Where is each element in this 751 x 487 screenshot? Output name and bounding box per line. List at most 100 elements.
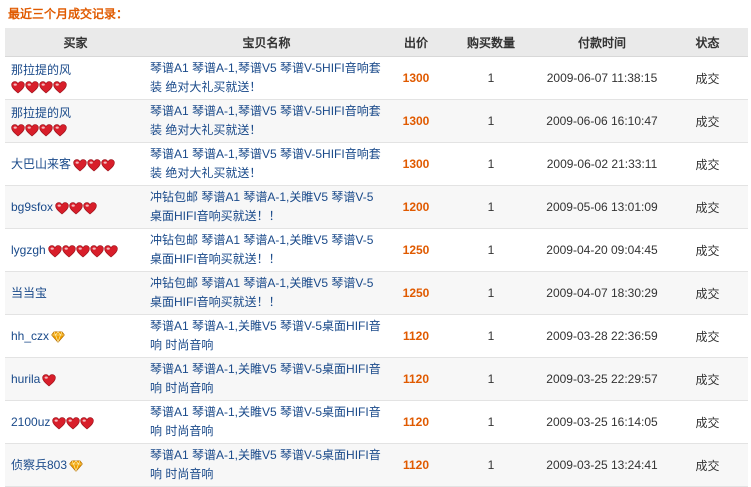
- payment-time-cell: 2009-05-06 13:01:09: [537, 185, 667, 229]
- price-cell: 1200: [387, 185, 445, 229]
- payment-time-cell: 2009-03-25 22:29:57: [537, 357, 667, 401]
- buyer-credit-badge: [69, 457, 83, 473]
- heart-icon: [89, 245, 104, 258]
- buyer-name-link[interactable]: 当当宝: [11, 286, 47, 300]
- heart-icon: [80, 417, 95, 430]
- buyer-cell: hh_czx: [5, 314, 146, 358]
- buyer-name-link[interactable]: hurila: [11, 372, 40, 386]
- heart-icon: [52, 417, 67, 430]
- buyer-cell: 当当宝: [5, 271, 146, 315]
- price-cell: 1120: [387, 357, 445, 401]
- buyer-cell: 大巴山来客: [5, 142, 146, 186]
- heart-icon: [66, 417, 81, 430]
- heart-icon: [53, 81, 67, 94]
- payment-time-cell: 2009-03-28 22:36:59: [537, 314, 667, 358]
- buyer-credit-badge: [55, 199, 97, 215]
- quantity-cell: 1: [445, 185, 537, 229]
- item-cell: 冲钻包邮 琴谱A1 琴谱A-1,关睢V5 琴谱V-5桌面HIFI音响买就送！！: [146, 228, 387, 272]
- transaction-table: 买家 宝贝名称 出价 购买数量 付款时间 状态 那拉提的风 琴谱A1 琴谱A-1…: [5, 28, 748, 487]
- heart-icon: [75, 245, 90, 258]
- item-name-link[interactable]: 琴谱A1 琴谱A-1,关睢V5 琴谱V-5桌面HIFI音响 时尚音响: [150, 362, 381, 395]
- buyer-name-link[interactable]: 侦察兵803: [11, 458, 67, 472]
- status-cell: 成交: [667, 271, 748, 315]
- table-row: 那拉提的风 琴谱A1 琴谱A-1,琴谱V5 琴谱V-5HIFI音响套装 绝对大礼…: [5, 56, 748, 100]
- heart-icon: [25, 81, 39, 94]
- heart-icon: [11, 124, 25, 137]
- buyer-cell: bg9sfox: [5, 185, 146, 229]
- item-cell: 冲钻包邮 琴谱A1 琴谱A-1,关睢V5 琴谱V-5桌面HIFI音响买就送！！: [146, 185, 387, 229]
- status-cell: 成交: [667, 99, 748, 143]
- table-row: hh_czx 琴谱A1 琴谱A-1,关睢V5 琴谱V-5桌面HIFI音响 时尚音…: [5, 314, 748, 358]
- quantity-cell: 1: [445, 142, 537, 186]
- heart-icon: [39, 124, 53, 137]
- column-header-time: 付款时间: [537, 28, 667, 57]
- quantity-cell: 1: [445, 56, 537, 100]
- item-name-link[interactable]: 琴谱A1 琴谱A-1,关睢V5 琴谱V-5桌面HIFI音响 时尚音响: [150, 319, 381, 352]
- item-cell: 琴谱A1 琴谱A-1,关睢V5 琴谱V-5桌面HIFI音响 时尚音响: [146, 400, 387, 444]
- buyer-credit-badge: [73, 156, 115, 172]
- buyer-name-link[interactable]: 2100uz: [11, 415, 50, 429]
- buyer-credit-badge: [51, 328, 65, 344]
- price-cell: 1300: [387, 142, 445, 186]
- payment-time-cell: 2009-03-25 13:24:41: [537, 443, 667, 487]
- status-cell: 成交: [667, 314, 748, 358]
- item-cell: 琴谱A1 琴谱A-1,关睢V5 琴谱V-5桌面HIFI音响 时尚音响: [146, 357, 387, 401]
- heart-icon: [103, 245, 118, 258]
- status-cell: 成交: [667, 357, 748, 401]
- status-cell: 成交: [667, 56, 748, 100]
- table-header-row: 买家 宝贝名称 出价 购买数量 付款时间 状态: [5, 28, 748, 57]
- table-row: 当当宝 冲钻包邮 琴谱A1 琴谱A-1,关睢V5 琴谱V-5桌面HIFI音响买就…: [5, 271, 748, 315]
- table-row: 2100uz 琴谱A1 琴谱A-1,关睢V5 琴谱V-5桌面HIFI音响 时尚音…: [5, 400, 748, 444]
- price-cell: 1300: [387, 99, 445, 143]
- item-cell: 琴谱A1 琴谱A-1,琴谱V5 琴谱V-5HIFI音响套装 绝对大礼买就送！: [146, 142, 387, 186]
- buyer-cell: 那拉提的风: [5, 56, 146, 100]
- heart-icon: [101, 159, 115, 172]
- payment-time-cell: 2009-03-25 16:14:05: [537, 400, 667, 444]
- buyer-cell: hurila: [5, 357, 146, 401]
- column-header-price: 出价: [387, 28, 445, 57]
- payment-time-cell: 2009-06-07 11:38:15: [537, 56, 667, 100]
- item-name-link[interactable]: 冲钻包邮 琴谱A1 琴谱A-1,关睢V5 琴谱V-5桌面HIFI音响买就送！！: [150, 233, 373, 266]
- item-name-link[interactable]: 琴谱A1 琴谱A-1,琴谱V5 琴谱V-5HIFI音响套装 绝对大礼买就送！: [150, 104, 381, 137]
- heart-icon: [73, 159, 87, 172]
- column-header-buyer: 买家: [5, 28, 146, 57]
- buyer-name-link[interactable]: 大巴山来客: [11, 157, 71, 171]
- buyer-name-link[interactable]: hh_czx: [11, 329, 49, 343]
- item-name-link[interactable]: 琴谱A1 琴谱A-1,关睢V5 琴谱V-5桌面HIFI音响 时尚音响: [150, 448, 381, 481]
- buyer-name-link[interactable]: lygzgh: [11, 243, 46, 257]
- buyer-credit-badge: [42, 371, 57, 387]
- buyer-name-link[interactable]: 那拉提的风: [11, 106, 71, 120]
- item-name-link[interactable]: 琴谱A1 琴谱A-1,琴谱V5 琴谱V-5HIFI音响套装 绝对大礼买就送！: [150, 147, 381, 180]
- item-name-link[interactable]: 琴谱A1 琴谱A-1,关睢V5 琴谱V-5桌面HIFI音响 时尚音响: [150, 405, 381, 438]
- item-name-link[interactable]: 琴谱A1 琴谱A-1,琴谱V5 琴谱V-5HIFI音响套装 绝对大礼买就送！: [150, 61, 381, 94]
- buyer-credit-badge: [47, 242, 118, 258]
- payment-time-cell: 2009-04-07 18:30:29: [537, 271, 667, 315]
- item-cell: 琴谱A1 琴谱A-1,关睢V5 琴谱V-5桌面HIFI音响 时尚音响: [146, 443, 387, 487]
- table-row: 侦察兵803 琴谱A1 琴谱A-1,关睢V5 琴谱V-5桌面HIFI音响 时尚音…: [5, 443, 748, 487]
- quantity-cell: 1: [445, 99, 537, 143]
- price-cell: 1300: [387, 56, 445, 100]
- quantity-cell: 1: [445, 228, 537, 272]
- buyer-cell: lygzgh: [5, 228, 146, 272]
- buyer-name-link[interactable]: 那拉提的风: [11, 63, 71, 77]
- quantity-cell: 1: [445, 443, 537, 487]
- buyer-credit-badge: [52, 414, 95, 430]
- heart-icon: [53, 124, 67, 137]
- quantity-cell: 1: [445, 314, 537, 358]
- item-name-link[interactable]: 冲钻包邮 琴谱A1 琴谱A-1,关睢V5 琴谱V-5桌面HIFI音响买就送！！: [150, 190, 373, 223]
- quantity-cell: 1: [445, 400, 537, 444]
- table-row: 大巴山来客 琴谱A1 琴谱A-1,琴谱V5 琴谱V-5HIFI音响套装 绝对大礼…: [5, 142, 748, 186]
- buyer-credit-badge: [11, 78, 67, 94]
- item-cell: 冲钻包邮 琴谱A1 琴谱A-1,关睢V5 琴谱V-5桌面HIFI音响买就送！！: [146, 271, 387, 315]
- quantity-cell: 1: [445, 271, 537, 315]
- item-name-link[interactable]: 冲钻包邮 琴谱A1 琴谱A-1,关睢V5 琴谱V-5桌面HIFI音响买就送！！: [150, 276, 373, 309]
- section-title: 最近三个月成交记录：: [8, 7, 129, 21]
- heart-icon: [39, 81, 53, 94]
- price-cell: 1120: [387, 400, 445, 444]
- heart-icon: [25, 124, 39, 137]
- diamond-icon: [69, 460, 83, 473]
- buyer-name-link[interactable]: bg9sfox: [11, 200, 53, 214]
- price-cell: 1250: [387, 271, 445, 315]
- status-cell: 成交: [667, 142, 748, 186]
- heart-icon: [47, 245, 62, 258]
